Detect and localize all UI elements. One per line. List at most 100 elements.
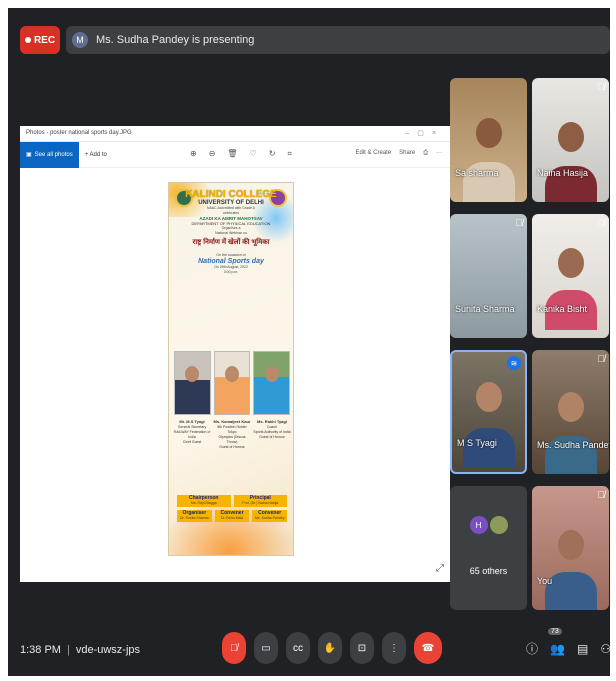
speaker-name: Ms. Rakhi Tyagi	[257, 419, 287, 424]
add-to-button[interactable]: + Add to	[85, 152, 107, 158]
participant-name: Naina Hasija	[537, 168, 589, 178]
people-icon[interactable]: 👥 73	[548, 627, 565, 656]
speaker-line: RAILWAY Federation of India	[173, 430, 211, 439]
window-controls-icon: –▢×	[405, 130, 444, 137]
participant-tile[interactable]: 🎙̸ Kanika Bisht	[532, 214, 609, 338]
participant-name: You	[537, 576, 553, 586]
speaker-line: Olympics (Discus Throw)	[218, 435, 246, 444]
clock-time: 1:38 PM	[20, 644, 61, 656]
mic-off-icon: 🎙̸	[597, 490, 606, 501]
participant-tile[interactable]: 🎙̸ Ms. Sudha Pandey	[532, 350, 609, 474]
others-avatar: H	[469, 516, 488, 534]
role-name: Ms. Sudha Pandey	[254, 516, 285, 520]
speaker-card: Ms. Kamaljeet Kaur 5th Position Holder T…	[213, 419, 251, 450]
info-icon[interactable]: ⓘ	[526, 640, 538, 657]
activities-icon[interactable]: ⚇	[600, 642, 610, 656]
photos-titlebar: Photos - poster national sports day.JPG …	[20, 126, 450, 142]
share-button[interactable]: Share	[399, 150, 415, 157]
poster-webinar: National Webinar on	[215, 231, 247, 235]
presenter-avatar: M	[72, 32, 88, 48]
zoom-out-icon[interactable]: ⊖	[209, 149, 216, 159]
see-all-photos-button[interactable]: ▣ See all photos	[20, 141, 79, 168]
participant-name: Sunita Sharma	[455, 304, 515, 314]
photo-tools: ⊕ ⊖ 🗑 ♡ ↻ ⌗	[190, 149, 292, 159]
participants-count-badge: 73	[548, 627, 562, 635]
zoom-in-icon[interactable]: ⊕	[190, 149, 197, 159]
self-tile[interactable]: 🎙̸ You	[532, 486, 609, 610]
role-box: Convener Ms. Sudha Pandey	[252, 510, 288, 522]
photo-right-tools: Edit & Create Share ⎙ ···	[355, 150, 442, 157]
recording-badge: REC	[20, 26, 60, 54]
event-poster: KALINDI COLLEGE UNIVERSITY OF DELHI NAAC…	[168, 182, 294, 556]
mic-off-icon: 🎙̸	[597, 218, 606, 229]
speaker-line: General Secretary	[177, 425, 207, 429]
participant-body	[462, 428, 515, 468]
captions-icon[interactable]: cc	[286, 632, 310, 664]
role-name: Dr. Renu Mala	[220, 516, 244, 520]
more-icon[interactable]: ···	[436, 150, 442, 157]
speaker-role: Guest of Honour	[219, 445, 245, 449]
photos-toolbar: ▣ See all photos + Add to ⊕ ⊖ 🗑 ♡ ↻ ⌗ Ed…	[20, 141, 450, 168]
poster-hindi-title: राष्ट्र निर्माण में खेलों की भूमिका	[192, 239, 270, 246]
raise-hand-icon[interactable]: ✋	[318, 632, 342, 664]
favorite-icon[interactable]: ♡	[250, 149, 257, 159]
others-count: 65 others	[469, 566, 508, 576]
organiser-boxes: Chairperson Ms. Rajni Bagga Principal Prof…	[177, 495, 288, 525]
chat-icon[interactable]: ▤	[577, 642, 588, 656]
participant-head	[557, 530, 584, 560]
others-avatars: H	[450, 516, 527, 534]
control-bar: 1:38 PM | vde-uwsz-jps 🎙̸ ▭ cc ✋ ⊡ ⋮ ☎ ⓘ…	[8, 620, 610, 676]
end-call-icon[interactable]: ☎	[414, 632, 442, 664]
face	[185, 366, 200, 382]
participant-head	[557, 122, 584, 152]
record-dot-icon	[24, 37, 31, 43]
expand-icon[interactable]: ⤢	[436, 563, 444, 574]
rotate-icon[interactable]: ↻	[269, 149, 276, 159]
gallery-icon: ▣	[26, 152, 32, 158]
participant-tile[interactable]: 🎙̸ Naina Hasija	[532, 78, 609, 202]
participant-head	[475, 118, 502, 148]
call-controls: 🎙̸ ▭ cc ✋ ⊡ ⋮ ☎	[222, 632, 442, 664]
speaker-name: Ms. Kamaljeet Kaur	[213, 419, 251, 424]
face	[225, 366, 239, 382]
face	[264, 366, 279, 382]
presenting-text: Ms. Sudha Pandey is presenting	[96, 34, 255, 46]
participant-name: Kanika Bisht	[537, 304, 588, 314]
presenting-bar[interactable]: M Ms. Sudha Pandey is presenting	[66, 26, 610, 54]
mic-off-icon: 🎙̸	[515, 218, 524, 229]
role-box: Organiser Dr. Sunita Sharma	[177, 510, 212, 522]
meet-window: REC M Ms. Sudha Pandey is presenting Pho…	[8, 8, 610, 676]
speaker-card: Ms. Rakhi Tyagi Coach Sports Authority o…	[253, 419, 291, 450]
poster-time: 3:00 p.m.	[223, 270, 239, 274]
speaking-indicator-icon: ≋	[507, 356, 521, 370]
mic-off-icon[interactable]: 🎙̸	[222, 632, 246, 664]
speaker-card: Mr. M.S Tyagi General Secretary RAILWAY …	[173, 419, 211, 450]
participant-head	[557, 248, 584, 278]
participant-name: M S Tyagi	[457, 438, 497, 448]
rec-label: REC	[33, 34, 56, 46]
participant-body	[544, 572, 597, 610]
meeting-details: 1:38 PM | vde-uwsz-jps	[20, 644, 140, 656]
crop-icon[interactable]: ⌗	[287, 149, 292, 159]
participant-tile[interactable]: 🎙̸ Sunita Sharma	[450, 214, 527, 338]
others-tile[interactable]: H 65 others	[450, 486, 527, 610]
role-box: Chairperson Ms. Rajni Bagga	[177, 495, 231, 507]
photos-window-title: Photos - poster national sports day.JPG	[26, 130, 132, 136]
more-options-icon[interactable]: ⋮	[382, 632, 406, 664]
organiser-row: Organiser Dr. Sunita Sharma Convener Dr. R…	[177, 510, 288, 522]
shared-screen: Photos - poster national sports day.JPG …	[20, 126, 450, 582]
organiser-row: Chairperson Ms. Rajni Bagga Principal Prof…	[177, 495, 287, 507]
role-name: Prof. (Dr.) Naina Hasija	[242, 501, 279, 505]
others-avatar-photo	[489, 516, 508, 534]
role-name: Dr. Sunita Sharma	[180, 516, 209, 520]
camera-icon[interactable]: ▭	[254, 632, 278, 664]
delete-icon[interactable]: 🗑	[227, 149, 237, 159]
see-all-photos-label: See all photos	[34, 151, 73, 158]
participant-tile-active[interactable]: ≋ M S Tyagi	[450, 350, 527, 474]
present-icon[interactable]: ⊡	[350, 632, 374, 664]
participant-tile[interactable]: Sa sharma	[450, 78, 527, 202]
speaker-name: Mr. M.S Tyagi	[179, 419, 205, 424]
edit-create-button[interactable]: Edit & Create	[355, 150, 391, 157]
role-box: Convener Dr. Renu Mala	[214, 510, 250, 522]
print-icon[interactable]: ⎙	[423, 150, 428, 157]
